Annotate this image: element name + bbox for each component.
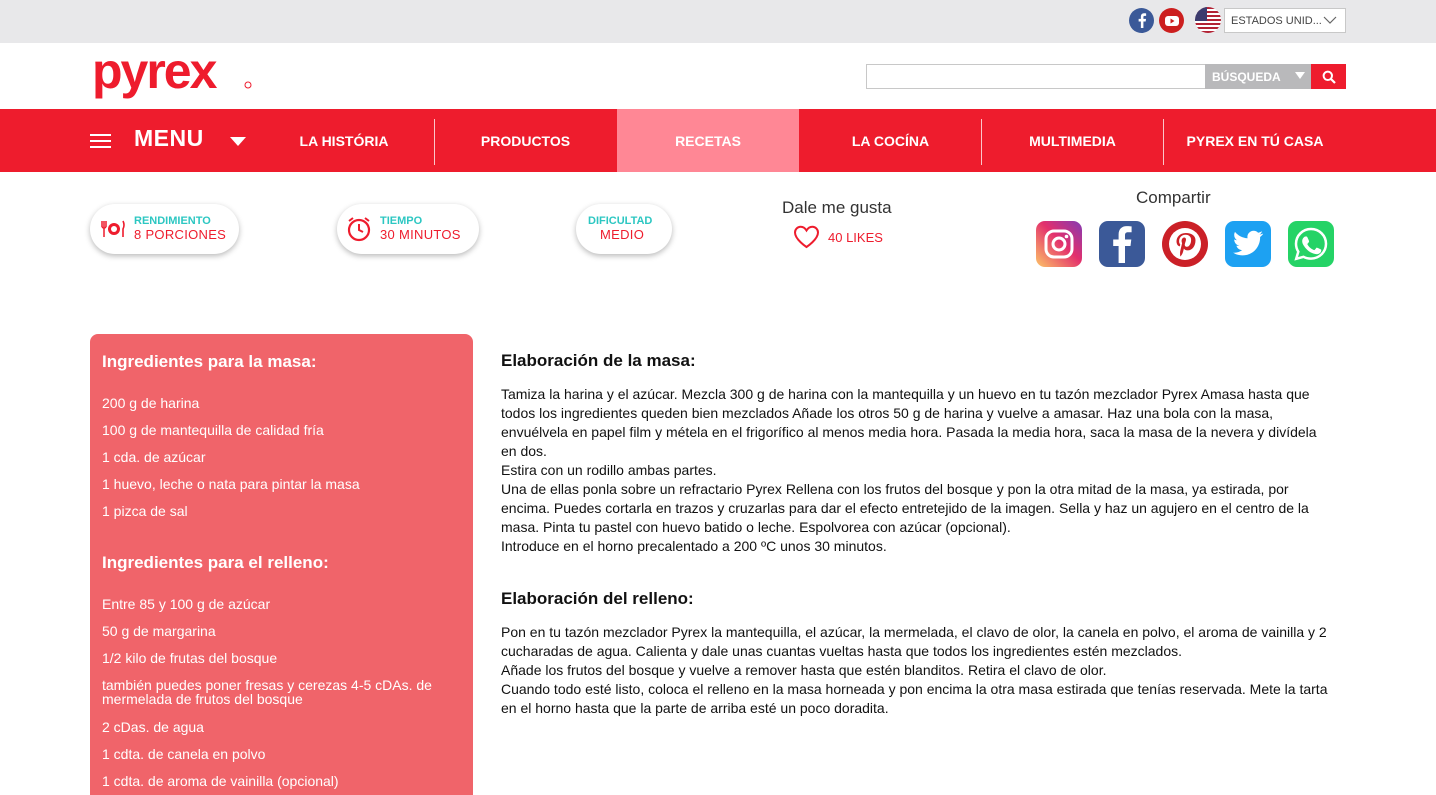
list-item: Entre 85 y 100 g de azúcar: [102, 596, 271, 612]
dough-ingredients-title: Ingredientes para la masa:: [102, 352, 317, 371]
search-category-select[interactable]: BÚSQUEDA: [1205, 64, 1311, 89]
filling-instructions: Elaboración del relleno: Pon en tu tazón…: [501, 589, 1331, 718]
logo-text: pyrex: [92, 52, 218, 99]
top-bar: ESTADOS UNID...: [0, 0, 1436, 43]
list-item: 1 cda. de azúcar: [102, 449, 206, 465]
list-item: 1 cdta. de aroma de vainilla (opcional): [102, 773, 339, 789]
instagram-icon[interactable]: [1036, 221, 1082, 267]
list-item: 1/2 kilo de frutas del bosque: [102, 650, 278, 666]
difficulty-label: DIFICULTAD: [588, 215, 653, 227]
search-input[interactable]: [866, 64, 1206, 89]
list-item: 2 cDas. de agua: [102, 719, 204, 735]
facebook-share-icon[interactable]: [1099, 221, 1145, 267]
instruction-paragraph: Una de ellas ponla sobre un refractario …: [501, 481, 1309, 535]
menu-caret-icon[interactable]: [230, 137, 246, 146]
yield-label: RENDIMIENTO: [134, 215, 211, 227]
us-flag-icon[interactable]: [1195, 7, 1221, 33]
dough-instructions-title: Elaboración de la masa:: [501, 351, 696, 370]
list-item: 200 g de harina: [102, 395, 200, 411]
difficulty-value: MEDIO: [600, 227, 645, 242]
instruction-paragraph: Cuando todo esté listo, coloca el rellen…: [501, 681, 1328, 716]
filling-ingredients-title: Ingredientes para el relleno:: [102, 553, 329, 572]
nav-item-multimedia[interactable]: MULTIMEDIA: [982, 109, 1163, 172]
search-icon: [1322, 70, 1336, 84]
caret-down-icon: [1295, 72, 1305, 79]
heart-icon[interactable]: [793, 225, 820, 249]
nav-item-historia[interactable]: LA HISTÓRIA: [254, 109, 434, 172]
ingredients-panel: Ingredientes para la masa: 200 g de hari…: [90, 334, 473, 795]
chevron-down-icon: [1323, 16, 1337, 24]
instruction-paragraph: Introduce en el horno precalentado a 200…: [501, 538, 887, 554]
instruction-paragraph: Pon en tu tazón mezclador Pyrex la mante…: [501, 624, 1327, 659]
instruction-paragraph: Añade los frutos del bosque y vuelve a r…: [501, 662, 1107, 678]
filling-instructions-title: Elaboración del relleno:: [501, 589, 694, 608]
nav-item-cocina[interactable]: LA COCÍNA: [800, 109, 981, 172]
pinterest-icon[interactable]: [1162, 221, 1208, 267]
instruction-paragraph: Tamiza la harina y el azúcar. Mezcla 300…: [501, 386, 1317, 459]
time-badge: TIEMPO 30 MINUTOS: [337, 204, 479, 254]
alarm-clock-icon: [347, 217, 371, 242]
difficulty-badge: DIFICULTAD MEDIO: [576, 204, 672, 254]
instruction-paragraph: Estira con un rodillo ambas partes.: [501, 462, 717, 478]
pyrex-logo[interactable]: pyrex: [92, 43, 254, 102]
country-label: ESTADOS UNID...: [1231, 15, 1322, 27]
dough-instructions: Elaboración de la masa: Tamiza la harina…: [501, 351, 1331, 556]
list-item: 1 huevo, leche o nata para pintar la mas…: [102, 476, 360, 492]
list-item: también puedes poner fresas y cerezas 4-…: [102, 677, 432, 707]
list-item: 100 g de mantequilla de calidad fría: [102, 422, 324, 438]
twitter-icon[interactable]: [1225, 221, 1271, 267]
whatsapp-icon[interactable]: [1288, 221, 1334, 267]
list-item: 1 cdta. de canela en polvo: [102, 746, 266, 762]
hamburger-icon[interactable]: [90, 134, 111, 149]
yield-badge: RENDIMIENTO 8 PORCIONES: [90, 204, 239, 254]
likes-count: 40 LIKES: [828, 230, 883, 245]
list-item: 1 pizca de sal: [102, 503, 188, 519]
nav-item-pyrex-en-tu-casa[interactable]: PYREX EN TÚ CASA: [1164, 109, 1346, 172]
list-item: 50 g de margarina: [102, 623, 216, 639]
menu-button[interactable]: MENU: [134, 125, 204, 152]
time-value: 30 MINUTOS: [380, 227, 461, 242]
main-nav: MENU LA HISTÓRIA PRODUCTOS RECETAS LA CO…: [0, 109, 1436, 172]
share-title: Compartir: [1136, 188, 1211, 207]
yield-value: 8 PORCIONES: [134, 227, 227, 242]
youtube-icon[interactable]: [1159, 8, 1184, 33]
search-select-label: BÚSQUEDA: [1212, 70, 1281, 84]
facebook-icon[interactable]: [1129, 8, 1154, 33]
plate-cutlery-icon: [101, 220, 125, 237]
country-select[interactable]: ESTADOS UNID...: [1224, 8, 1346, 33]
nav-item-productos[interactable]: PRODUCTOS: [435, 109, 616, 172]
time-label: TIEMPO: [380, 215, 423, 227]
search-button[interactable]: [1311, 64, 1346, 89]
nav-item-recetas[interactable]: RECETAS: [617, 109, 799, 172]
like-title: Dale me gusta: [782, 198, 892, 217]
